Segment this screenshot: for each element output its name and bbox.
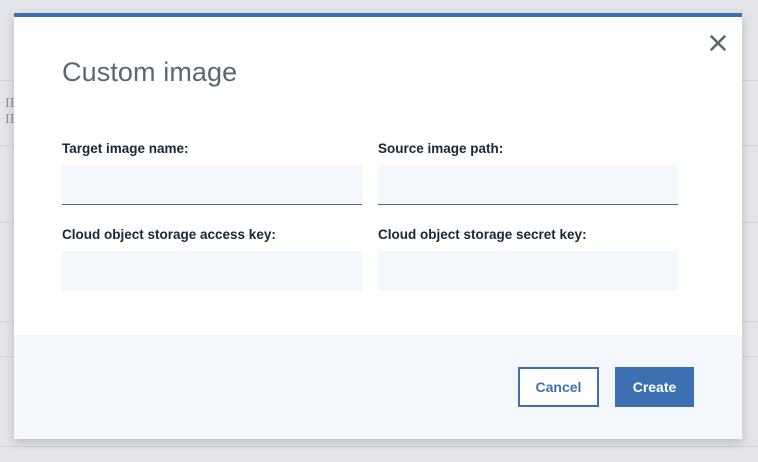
target-image-name-input[interactable]: [62, 165, 362, 205]
target-image-name-label: Target image name:: [62, 141, 189, 156]
cancel-button[interactable]: Cancel: [518, 367, 599, 407]
create-button[interactable]: Create: [615, 367, 694, 407]
access-key-label: Cloud object storage access key:: [62, 227, 276, 242]
source-image-path-input[interactable]: [378, 165, 678, 205]
secret-key-input[interactable]: [378, 251, 678, 291]
secret-key-field: Cloud object storage secret key:: [378, 227, 678, 291]
close-icon: [710, 35, 726, 51]
modal-title: Custom image: [62, 57, 238, 87]
target-image-name-field: Target image name:: [62, 141, 362, 205]
secret-key-label: Cloud object storage secret key:: [378, 227, 587, 242]
modal-footer: Cancel Create: [14, 335, 742, 439]
custom-image-modal: Custom image Target image name: Source i…: [14, 13, 742, 439]
source-image-path-field: Source image path:: [378, 141, 678, 205]
source-image-path-label: Source image path:: [378, 141, 504, 156]
close-button[interactable]: [706, 31, 730, 55]
background-divider: [0, 446, 758, 447]
access-key-input[interactable]: [62, 251, 362, 291]
access-key-field: Cloud object storage access key:: [62, 227, 362, 291]
